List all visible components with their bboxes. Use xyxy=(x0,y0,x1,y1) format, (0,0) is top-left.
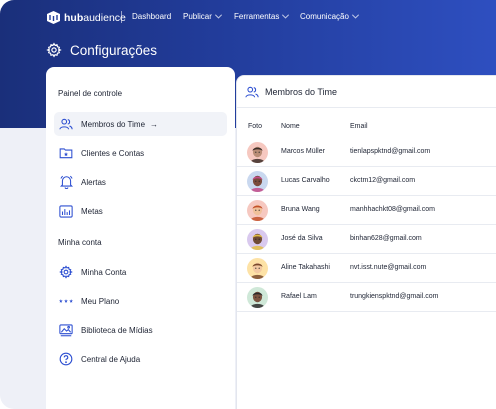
member-name: Marcos Müller xyxy=(281,148,325,155)
sidebar-item-alertas[interactable]: Alertas xyxy=(54,170,227,194)
member-email: nvt.isst.nute@gmail.com xyxy=(350,264,427,271)
stars-icon xyxy=(59,294,73,308)
help-icon xyxy=(59,352,73,366)
section-painel-de-controle: Painel de controle xyxy=(58,89,123,98)
nav-publicar[interactable]: Publicar xyxy=(183,11,222,21)
bar-chart-icon xyxy=(59,204,73,218)
users-icon xyxy=(59,117,73,131)
client-folder-icon xyxy=(59,146,73,160)
panel-header: Membros do Time xyxy=(237,76,496,108)
panel-title: Membros do Time xyxy=(265,86,338,97)
gear-icon xyxy=(59,265,73,279)
member-name: José da Silva xyxy=(281,235,323,242)
sidebar-item-meu-plano[interactable]: Meu Plano xyxy=(54,289,227,313)
nav-comunicacao[interactable]: Comunicação xyxy=(300,11,359,21)
team-members-panel: Membros do Time Foto Nome Email Marcos M… xyxy=(236,75,496,409)
table-row[interactable]: Rafael Lam trungkienspktnd@gmail.com xyxy=(237,283,496,312)
column-header-email: Email xyxy=(350,123,368,130)
member-email: trungkienspktnd@gmail.com xyxy=(350,293,439,300)
chevron-down-icon xyxy=(351,11,359,19)
hubaudience-logo-icon xyxy=(47,11,60,24)
brand-logo[interactable]: hubaudience xyxy=(46,10,126,25)
avatar xyxy=(247,287,268,308)
table-row[interactable]: Aline Takahashi nvt.isst.nute@gmail.com xyxy=(237,254,496,283)
avatar xyxy=(247,258,268,279)
member-name: Lucas Carvalho xyxy=(281,177,330,184)
sidebar-item-minha-conta[interactable]: Minha Conta xyxy=(54,260,227,284)
table-row[interactable]: Lucas Carvalho ckctm12@gmail.com xyxy=(237,167,496,196)
chevron-down-icon xyxy=(214,11,222,19)
settings-sidebar: Painel de controle Membros do Time → Cli… xyxy=(46,67,235,409)
sidebar-item-metas[interactable]: Metas xyxy=(54,199,227,223)
nav-divider xyxy=(121,11,122,23)
member-email: manhhachkt08@gmail.com xyxy=(350,206,435,213)
top-navigation: hubaudience Dashboard Publicar Ferrament… xyxy=(0,0,496,34)
brand-name: hubaudience xyxy=(64,11,126,24)
table-row[interactable]: Bruna Wang manhhachkt08@gmail.com xyxy=(237,196,496,225)
column-header-foto: Foto xyxy=(248,123,263,130)
member-email: tienlapspktnd@gmail.com xyxy=(350,148,431,155)
avatar xyxy=(247,200,268,221)
section-minha-conta: Minha conta xyxy=(58,238,102,247)
chevron-down-icon xyxy=(282,11,290,19)
nav-ferramentas[interactable]: Ferramentas xyxy=(234,11,290,21)
page-header: Configurações xyxy=(46,42,157,58)
arrow-right-icon: → xyxy=(150,119,159,129)
member-email: binhan628@gmail.com xyxy=(350,235,422,242)
users-icon xyxy=(245,86,259,97)
nav-dashboard[interactable]: Dashboard xyxy=(132,12,171,21)
sidebar-item-biblioteca-de-midias[interactable]: Biblioteca de Mídias xyxy=(54,318,227,342)
column-header-nome: Nome xyxy=(281,123,300,130)
page-title: Configurações xyxy=(70,42,158,58)
avatar xyxy=(247,142,268,163)
bell-icon xyxy=(59,175,73,189)
member-name: Rafael Lam xyxy=(281,293,317,300)
media-library-icon xyxy=(59,323,73,337)
sidebar-item-central-de-ajuda[interactable]: Central de Ajuda xyxy=(54,347,227,371)
app-window: hubaudience Dashboard Publicar Ferrament… xyxy=(0,0,496,409)
sidebar-item-clientes-e-contas[interactable]: Clientes e Contas xyxy=(54,141,227,165)
table-row[interactable]: Marcos Müller tienlapspktnd@gmail.com xyxy=(237,138,496,167)
gear-icon xyxy=(46,42,62,58)
table-row[interactable]: José da Silva binhan628@gmail.com xyxy=(237,225,496,254)
sidebar-item-membros-do-time[interactable]: Membros do Time → xyxy=(54,112,227,136)
avatar xyxy=(247,171,268,192)
member-name: Bruna Wang xyxy=(281,206,320,213)
member-name: Aline Takahashi xyxy=(281,264,330,271)
avatar xyxy=(247,229,268,250)
member-email: ckctm12@gmail.com xyxy=(350,177,416,184)
